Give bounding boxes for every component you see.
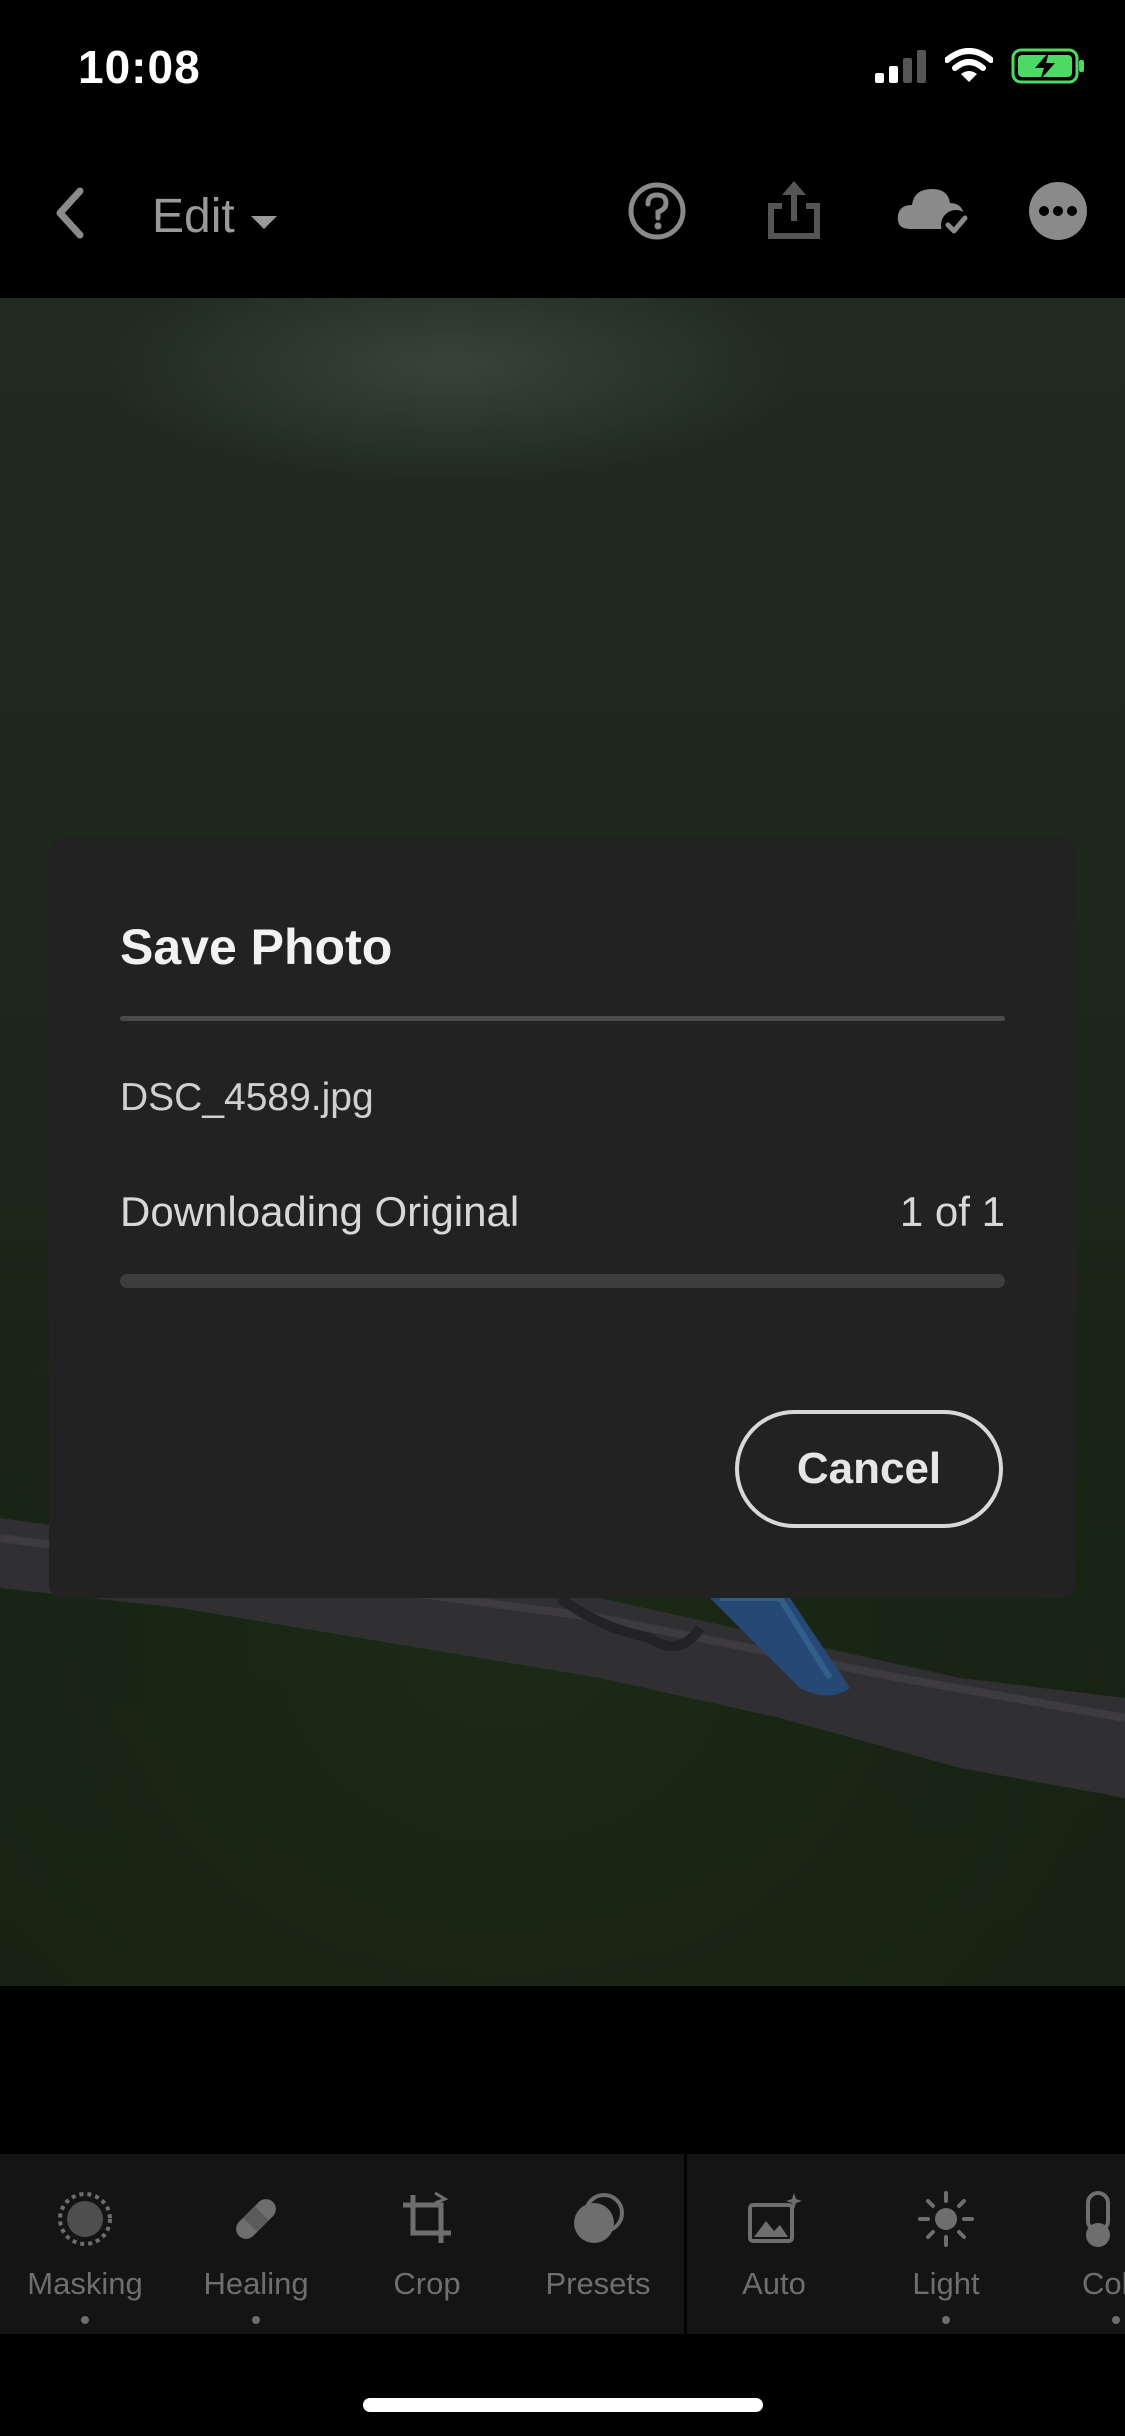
edit-toolbar: Masking Healing Crop Presets Auto Light … [0, 2154, 1125, 2334]
tool-label: Crop [393, 2266, 461, 2301]
progress-bar [120, 1274, 1005, 1288]
help-icon [627, 181, 687, 246]
healing-icon [171, 2184, 341, 2254]
file-name: DSC_4589.jpg [120, 1076, 374, 1119]
status-icons [875, 48, 1085, 89]
tool-label: Presets [545, 2266, 651, 2301]
back-icon [50, 185, 90, 246]
progress-label: Downloading Original [120, 1188, 520, 1235]
cloud-synced-icon [894, 181, 974, 246]
tool-healing[interactable]: Healing [171, 2184, 341, 2324]
share-icon [764, 179, 824, 248]
toolbar-divider [684, 2154, 687, 2334]
tool-label: Auto [742, 2266, 806, 2301]
auto-icon [689, 2184, 859, 2254]
more-icon [1027, 180, 1089, 247]
progress-count: 1 of 1 [899, 1188, 1005, 1235]
tool-label: Masking [27, 2266, 143, 2301]
crop-icon [342, 2184, 512, 2254]
dialog-title: Save Photo [120, 919, 393, 975]
help-button[interactable] [617, 173, 697, 253]
edit-menu[interactable]: Edit [152, 171, 279, 261]
dialog-divider [120, 1016, 1005, 1021]
status-bar: 10:08 [0, 0, 1125, 135]
back-button[interactable] [40, 175, 100, 255]
tool-masking[interactable]: Masking [0, 2184, 170, 2324]
presets-icon [513, 2184, 683, 2254]
tool-indicator-dot [252, 2316, 260, 2324]
tool-indicator-dot [81, 2316, 89, 2324]
cloud-sync-button[interactable] [884, 173, 984, 253]
tool-presets[interactable]: Presets [513, 2184, 683, 2302]
light-icon [861, 2184, 1031, 2254]
masking-icon [0, 2184, 170, 2254]
battery-charging-icon [1011, 48, 1085, 89]
tool-label: Col [1082, 2266, 1125, 2301]
color-icon [1032, 2184, 1125, 2254]
wifi-icon [944, 48, 994, 89]
cancel-button[interactable]: Cancel [735, 1410, 1003, 1528]
home-indicator[interactable] [363, 2398, 763, 2412]
tool-color[interactable]: Col [1032, 2184, 1125, 2324]
tool-auto[interactable]: Auto [689, 2184, 859, 2302]
tool-label: Healing [203, 2266, 309, 2301]
status-time: 10:08 [78, 41, 201, 93]
edit-menu-label: Edit [152, 189, 235, 243]
top-bar: Edit [0, 135, 1125, 298]
more-button[interactable] [1018, 173, 1098, 253]
tool-indicator-dot [942, 2316, 950, 2324]
share-button[interactable] [754, 173, 834, 253]
tool-label: Light [912, 2266, 980, 2301]
signal-icon [875, 49, 927, 88]
tool-light[interactable]: Light [861, 2184, 1031, 2324]
tool-indicator-dot [1112, 2316, 1120, 2324]
save-photo-dialog: Save Photo DSC_4589.jpg Downloading Orig… [49, 838, 1076, 1598]
tool-crop[interactable]: Crop [342, 2184, 512, 2302]
caret-down-icon [249, 189, 279, 244]
